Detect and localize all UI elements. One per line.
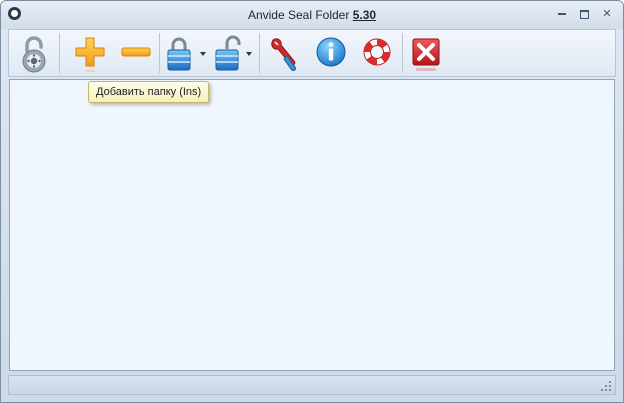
unlock-folder-button[interactable]: [211, 34, 259, 74]
toolbar-separator: [159, 33, 160, 73]
settings-wrench-icon: [271, 38, 296, 71]
lock-program-icon: [22, 36, 46, 73]
close-icon: ✕: [602, 8, 612, 20]
toolbar-separator: [402, 33, 403, 73]
help-lifebuoy-icon: [363, 38, 391, 66]
settings-button[interactable]: [265, 34, 303, 74]
app-window: Anvide Seal Folder 5.30 ✕ Добавить папку…: [0, 0, 624, 403]
lock-folder-button[interactable]: [163, 34, 211, 74]
toolbar-separator: [59, 33, 60, 73]
maximize-button[interactable]: [574, 5, 594, 23]
lock-program-button[interactable]: [15, 34, 53, 74]
title-bar[interactable]: Anvide Seal Folder 5.30 ✕: [1, 1, 623, 29]
app-name: Anvide Seal Folder: [247, 8, 350, 22]
folder-list[interactable]: [9, 79, 615, 371]
chevron-down-icon: [200, 52, 206, 56]
lock-folder-icon: [167, 37, 206, 71]
remove-folder-icon: [121, 47, 151, 57]
info-icon: [316, 37, 346, 67]
minimize-button[interactable]: [552, 5, 572, 23]
add-folder-button[interactable]: [71, 34, 109, 74]
app-version[interactable]: 5.30: [353, 8, 376, 22]
toolbar-separator: [259, 33, 260, 73]
window-title: Anvide Seal Folder 5.30: [1, 8, 623, 22]
close-button[interactable]: ✕: [597, 5, 617, 23]
unlock-folder-icon: [215, 35, 252, 71]
exit-button[interactable]: [407, 34, 445, 74]
info-button[interactable]: [312, 34, 350, 74]
maximize-icon: [579, 9, 589, 19]
minimize-icon: [558, 13, 566, 16]
chevron-down-icon: [246, 52, 252, 56]
add-folder-icon: [75, 37, 105, 72]
exit-icon: [412, 38, 440, 71]
tooltip: Добавить папку (Ins): [88, 81, 210, 103]
help-button[interactable]: [358, 34, 396, 74]
status-bar: [8, 375, 616, 395]
resize-grip-icon[interactable]: [601, 381, 611, 391]
toolbar: [8, 29, 616, 77]
remove-folder-button[interactable]: [117, 34, 155, 74]
